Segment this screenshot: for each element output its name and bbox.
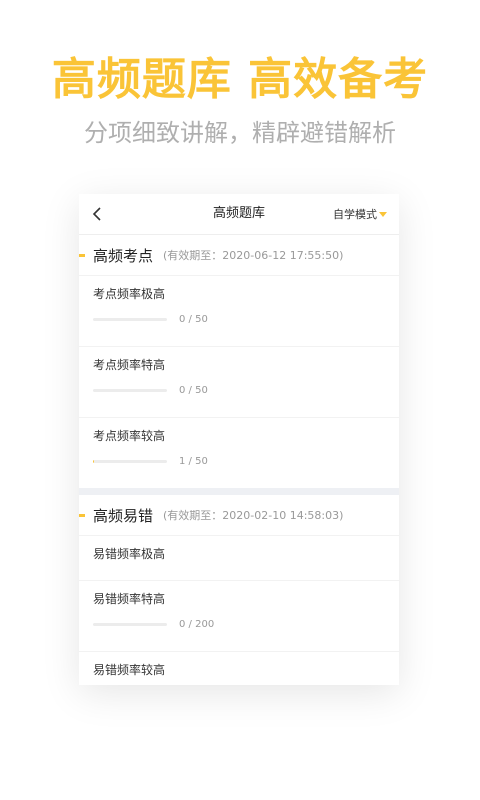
item-label: 考点频率较高 — [93, 429, 166, 443]
progress-count: 1 / 50 — [179, 456, 208, 467]
section-high-frequency-errors: 高频易错 (有效期至：2020-02-10 14:58:03) 易错频率极高 易… — [79, 495, 399, 685]
validity-date: (有效期至：2020-02-10 14:58:03) — [163, 509, 344, 522]
section-title: 高频考点 — [93, 246, 154, 265]
progress-track — [93, 623, 167, 626]
section-header: 高频易错 (有效期至：2020-02-10 14:58:03) — [79, 495, 399, 535]
list-item[interactable]: 考点频率极高 0 / 50 — [79, 275, 399, 346]
progress: 0 / 50 — [93, 314, 399, 325]
navbar: 高频题库 自学模式 — [79, 194, 399, 235]
list-item[interactable]: 易错频率极高 — [79, 535, 399, 580]
app-screen: 高频题库 自学模式 高频考点 (有效期至：2020-06-12 17:55:50… — [79, 194, 399, 685]
item-label: 易错频率较高 — [93, 663, 166, 677]
progress: 1 / 50 — [93, 456, 399, 467]
progress: 0 / 200 — [93, 619, 399, 630]
item-label: 易错频率极高 — [93, 547, 166, 561]
list-item[interactable]: 考点频率特高 0 / 50 — [79, 346, 399, 417]
progress: 0 / 50 — [93, 385, 399, 396]
section-divider — [79, 488, 399, 495]
progress-count: 0 / 50 — [179, 385, 208, 396]
banner-subline: 分项细致讲解，精辟避错解析 — [84, 119, 396, 147]
section-header: 高频考点 (有效期至：2020-06-12 17:55:50) — [79, 235, 399, 275]
section-marker — [79, 514, 85, 517]
section-title: 高频易错 — [93, 506, 154, 525]
item-label: 易错频率特高 — [93, 592, 166, 606]
progress-count: 0 / 50 — [179, 314, 208, 325]
section-high-frequency-points: 高频考点 (有效期至：2020-06-12 17:55:50) 考点频率极高 0… — [79, 235, 399, 488]
progress-count: 0 / 200 — [179, 619, 215, 630]
item-label: 考点频率特高 — [93, 358, 166, 372]
item-label: 考点频率极高 — [93, 287, 166, 301]
progress-fill — [93, 460, 95, 463]
progress-track — [93, 318, 167, 321]
validity-date: (有效期至：2020-06-12 17:55:50) — [163, 249, 344, 262]
list-item[interactable]: 易错频率特高 0 / 200 — [79, 580, 399, 651]
progress-track — [93, 460, 167, 463]
section-marker — [79, 254, 85, 257]
list-item[interactable]: 考点频率较高 1 / 50 — [79, 417, 399, 488]
list-item[interactable]: 易错频率较高 — [79, 651, 399, 685]
banner-headline: 高频题库 高效备考 — [51, 54, 429, 105]
mode-label: 自学模式 — [333, 208, 377, 221]
caret-down-icon — [379, 211, 387, 217]
mode-dropdown[interactable]: 自学模式 — [333, 194, 387, 234]
progress-track — [93, 389, 167, 392]
